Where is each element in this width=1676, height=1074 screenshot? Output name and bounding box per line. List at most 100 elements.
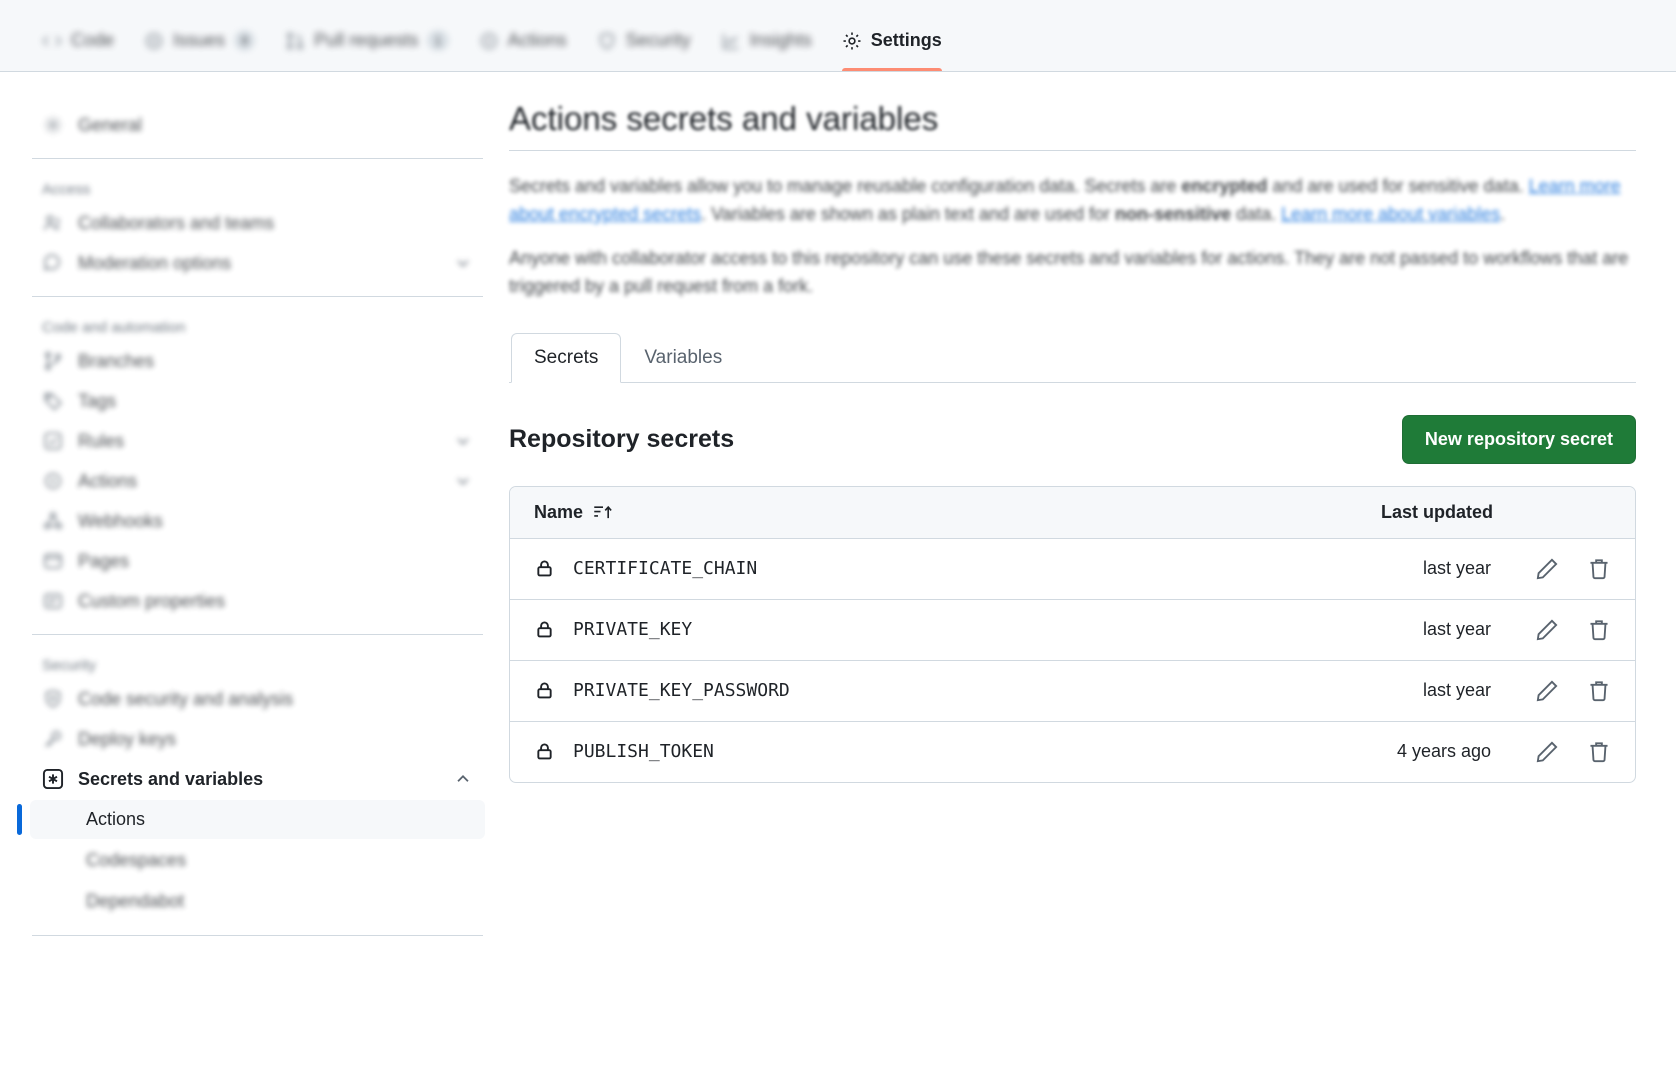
sidebar-divider (32, 158, 483, 159)
table-row: PUBLISH_TOKEN4 years ago (510, 722, 1635, 782)
secret-name-cell: PUBLISH_TOKEN (534, 741, 1291, 762)
row-actions (1491, 679, 1611, 703)
sidebar-item-label: Custom properties (78, 591, 473, 612)
sidebar-group-title: Security (30, 651, 485, 678)
lock-icon (534, 558, 555, 579)
sidebar-item-actions[interactable]: Actions (30, 462, 485, 500)
sidebar-item-code-security-and-analysis[interactable]: Code security and analysis (30, 680, 485, 718)
main-content: Actions secrets and variables Secrets an… (509, 100, 1646, 1074)
sidebar-item-label: Deploy keys (78, 729, 473, 750)
repo-nav: Code Issues 8 Pull requests 1 ActionsSecurity… (0, 0, 1676, 72)
nav-item-issues[interactable]: Issues 8 (132, 22, 267, 71)
comment-icon (42, 252, 64, 274)
sidebar-subitem-label: Actions (86, 809, 145, 830)
sidebar-item-label: Actions (78, 471, 439, 492)
sidebar-item-moderation-options[interactable]: Moderation options (30, 244, 485, 282)
sidebar-item-general[interactable]: General (30, 106, 485, 144)
chevron-down-icon[interactable] (453, 431, 473, 451)
new-repository-secret-button[interactable]: New repository secret (1402, 415, 1636, 464)
sidebar-divider (32, 935, 483, 936)
secrets-variables-tabs: SecretsVariables (509, 333, 1636, 383)
column-header-name[interactable]: Name (534, 502, 1371, 523)
sidebar-item-label: Collaborators and teams (78, 213, 473, 234)
nav-item-label: Code (71, 30, 114, 51)
secrets-table: Name Last updated CERTIFICATE_CHAINlast … (509, 486, 1636, 783)
nav-item-insights[interactable]: Insights (709, 22, 824, 71)
sidebar-subitem-label: Codespaces (86, 850, 186, 871)
secret-last-updated: last year (1291, 619, 1491, 640)
webhook-icon (42, 510, 64, 532)
sidebar-item-tags[interactable]: Tags (30, 382, 485, 420)
nav-item-actions[interactable]: Actions (467, 22, 579, 71)
sidebar-item-label: Webhooks (78, 511, 473, 532)
nav-item-counter: 8 (234, 30, 255, 51)
sidebar-item-collaborators-and-teams[interactable]: Collaborators and teams (30, 204, 485, 242)
secret-name: PRIVATE_KEY_PASSWORD (573, 680, 790, 701)
nav-item-settings[interactable]: Settings (830, 22, 954, 71)
description-paragraph-1: Secrets and variables allow you to manag… (509, 173, 1636, 229)
nav-item-counter: 1 (427, 30, 448, 51)
nav-item-label: Issues (173, 30, 225, 51)
gear-icon (842, 31, 862, 51)
sidebar-subitem-actions[interactable]: Actions (30, 800, 485, 839)
repo-nav-list: Code Issues 8 Pull requests 1 ActionsSecurity… (30, 22, 954, 71)
column-label-name: Name (534, 502, 583, 523)
table-header-row: Name Last updated (510, 487, 1635, 539)
secret-name-cell: CERTIFICATE_CHAIN (534, 558, 1291, 579)
sidebar-group-title: Code and automation (30, 313, 485, 340)
shield-lock-icon (42, 688, 64, 710)
sidebar-item-webhooks[interactable]: Webhooks (30, 502, 485, 540)
nav-item-security[interactable]: Security (585, 22, 703, 71)
chevron-down-icon[interactable] (453, 471, 473, 491)
edit-secret-button[interactable] (1535, 679, 1559, 703)
browser-icon (42, 550, 64, 572)
code-icon (42, 31, 62, 51)
desc-text-e: . (1500, 204, 1505, 224)
sidebar-item-deploy-keys[interactable]: Deploy keys (30, 720, 485, 758)
secret-last-updated: 4 years ago (1291, 741, 1491, 762)
nav-item-label: Settings (871, 30, 942, 51)
secret-last-updated: last year (1291, 558, 1491, 579)
sidebar-item-label: Tags (78, 391, 473, 412)
tab-variables[interactable]: Variables (621, 333, 745, 383)
secret-name-cell: PRIVATE_KEY (534, 619, 1291, 640)
page-body: GeneralAccessCollaborators and teamsMode… (0, 72, 1676, 1074)
table-row: PRIVATE_KEY_PASSWORDlast year (510, 661, 1635, 722)
sidebar-item-branches[interactable]: Branches (30, 342, 485, 380)
edit-secret-button[interactable] (1535, 740, 1559, 764)
sidebar-subitem-codespaces[interactable]: Codespaces (30, 841, 485, 880)
sidebar-item-rules[interactable]: Rules (30, 422, 485, 460)
column-header-last-updated: Last updated (1371, 502, 1611, 523)
sidebar-subitem-dependabot[interactable]: Dependabot (30, 882, 485, 921)
key-icon (42, 728, 64, 750)
sort-asc-icon[interactable] (593, 502, 613, 522)
nav-item-label: Pull requests (314, 30, 418, 51)
page-title: Actions secrets and variables (509, 100, 1636, 150)
nav-item-pull-requests[interactable]: Pull requests 1 (273, 22, 460, 71)
row-actions (1491, 740, 1611, 764)
sidebar-item-custom-properties[interactable]: Custom properties (30, 582, 485, 620)
delete-secret-button[interactable] (1587, 618, 1611, 642)
chevron-up-icon[interactable] (453, 769, 473, 789)
row-actions (1491, 618, 1611, 642)
edit-secret-button[interactable] (1535, 557, 1559, 581)
delete-secret-button[interactable] (1587, 740, 1611, 764)
lock-icon (534, 741, 555, 762)
lock-icon (534, 680, 555, 701)
graph-icon (721, 31, 741, 51)
learn-more-variables-link[interactable]: Learn more about variables (1281, 204, 1500, 224)
tab-secrets[interactable]: Secrets (511, 333, 621, 383)
title-divider (509, 150, 1636, 151)
table-row: CERTIFICATE_CHAINlast year (510, 539, 1635, 600)
nav-item-code[interactable]: Code (30, 22, 126, 71)
chevron-down-icon[interactable] (453, 253, 473, 273)
row-actions (1491, 557, 1611, 581)
delete-secret-button[interactable] (1587, 557, 1611, 581)
delete-secret-button[interactable] (1587, 679, 1611, 703)
people-icon (42, 212, 64, 234)
edit-secret-button[interactable] (1535, 618, 1559, 642)
nav-active-underline (842, 68, 942, 71)
sidebar-item-secrets-and-variables[interactable]: Secrets and variables (30, 760, 485, 798)
sidebar-item-pages[interactable]: Pages (30, 542, 485, 580)
desc-bold-nonsensitive: non-sensitive (1115, 204, 1231, 224)
